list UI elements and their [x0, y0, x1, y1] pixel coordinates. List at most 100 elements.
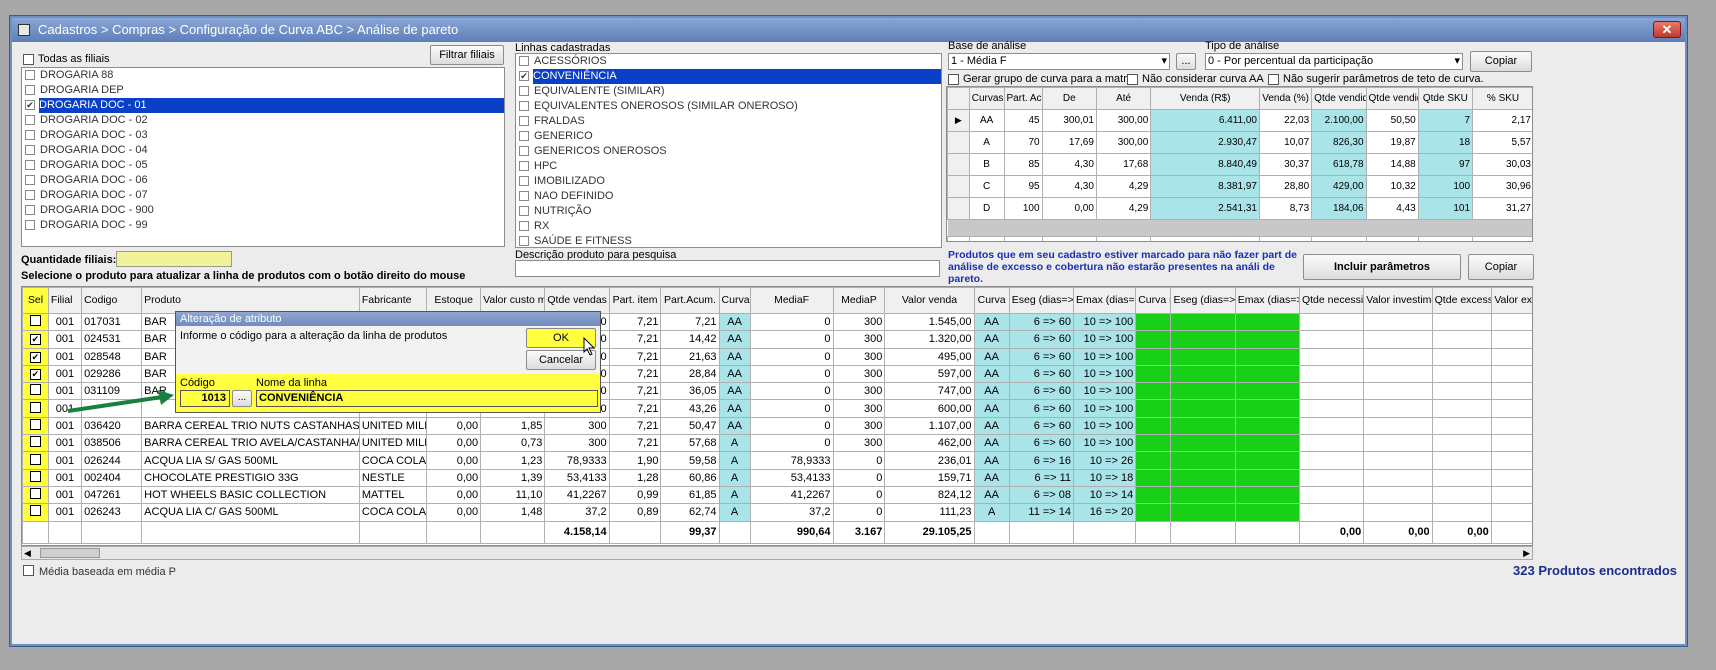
- grid-cell-nova[interactable]: [1170, 399, 1236, 418]
- grid-cell-mp[interactable]: 300: [832, 434, 886, 453]
- grid-cell-curva2[interactable]: AA: [973, 468, 1010, 487]
- grid-cell-empty[interactable]: [1298, 399, 1365, 418]
- grid-header[interactable]: Valor custo médio: [480, 287, 546, 314]
- checkbox[interactable]: [25, 85, 35, 95]
- checkbox[interactable]: [519, 101, 529, 111]
- grid-cell-empty[interactable]: [1363, 382, 1433, 401]
- grid-cell-empty[interactable]: [1431, 330, 1492, 349]
- grid-cell-empty[interactable]: [1490, 312, 1532, 332]
- grid-cell-est[interactable]: 0,00: [426, 434, 482, 453]
- linha-item[interactable]: ACESSÓRIOS: [516, 54, 941, 69]
- grid-cell-part[interactable]: 0,99: [608, 485, 662, 505]
- grid-header[interactable]: Fabricante: [358, 287, 428, 314]
- grid-cell-part[interactable]: 7,21: [608, 416, 662, 436]
- sel-cell[interactable]: [22, 399, 49, 418]
- grid-cell-empty[interactable]: [1363, 330, 1433, 349]
- grid-cell-empty[interactable]: [1431, 382, 1492, 401]
- grid-cell-mp[interactable]: 0: [832, 451, 886, 470]
- checkbox[interactable]: [519, 176, 529, 186]
- filiais-list[interactable]: DROGARIA 88 DROGARIA DEP ✔ DROGARIA DOC - 0…: [21, 67, 505, 247]
- curvas-cell[interactable]: 95: [1003, 175, 1043, 198]
- sel-cell[interactable]: [22, 434, 49, 453]
- grid-cell-acum[interactable]: 28,84: [660, 364, 720, 384]
- grid-cell-acum[interactable]: 50,47: [660, 416, 720, 436]
- grid-cell-part[interactable]: 1,28: [608, 468, 662, 487]
- tipo-analise-select[interactable]: 0 - Por percentual da participação ▾: [1205, 53, 1463, 70]
- grid-cell-acum[interactable]: 7,21: [660, 312, 720, 332]
- grid-cell-nova[interactable]: [1170, 451, 1236, 470]
- curvas-cell[interactable]: 85: [1003, 153, 1043, 176]
- grid-cell-emax[interactable]: 10 => 18: [1073, 468, 1137, 487]
- linha-item[interactable]: RX: [516, 219, 941, 234]
- grid-cell-produto[interactable]: ACQUA LIA S/ GAS 500ML: [141, 451, 360, 470]
- curvas-cell[interactable]: 50,50: [1365, 109, 1419, 132]
- grid-cell-nova[interactable]: [1234, 382, 1300, 401]
- curvas-cell[interactable]: 2.930,47: [1150, 131, 1260, 154]
- grid-cell-venda[interactable]: 600,00: [884, 399, 975, 418]
- grid-cell-nova[interactable]: [1170, 330, 1236, 349]
- grid-cell-nova[interactable]: [1135, 468, 1172, 487]
- grid-cell-mp[interactable]: 300: [832, 330, 886, 349]
- grid-cell-est[interactable]: 0,00: [426, 451, 482, 470]
- curvas-cell[interactable]: 31,27: [1472, 197, 1532, 220]
- grid-cell-empty[interactable]: [1298, 364, 1365, 384]
- grid-cell-empty[interactable]: [1431, 364, 1492, 384]
- curvas-cell[interactable]: 30,03: [1472, 153, 1532, 176]
- grid-cell-curva[interactable]: AA: [718, 364, 751, 384]
- sel-cell[interactable]: [22, 503, 49, 522]
- codigo-input[interactable]: 1013: [180, 390, 230, 407]
- checkbox[interactable]: [29, 505, 41, 517]
- grid-cell-eseg[interactable]: 6 => 60: [1008, 382, 1075, 401]
- table-row[interactable]: 001 047261 HOT WHEELS BASIC COLLECTION MATT…: [22, 485, 1532, 505]
- grid-cell-qtde[interactable]: 37,2: [544, 503, 610, 522]
- curvas-cell[interactable]: 5,57: [1472, 131, 1532, 154]
- grid-cell-fab[interactable]: UNITED MILL: [358, 434, 428, 453]
- grid-cell-nova[interactable]: [1170, 364, 1236, 384]
- grid-cell-eseg[interactable]: 6 => 60: [1008, 434, 1075, 453]
- grid-cell-empty[interactable]: [1363, 451, 1433, 470]
- grid-cell-qtde[interactable]: 300: [544, 416, 610, 436]
- linha-item[interactable]: GENERICOS ONEROSOS: [516, 144, 941, 159]
- grid-cell-produto[interactable]: BARRA CEREAL TRIO NUTS CASTANHAS 30: [141, 416, 360, 436]
- grid-cell-filial[interactable]: 001: [47, 330, 83, 349]
- grid-cell-eseg[interactable]: 6 => 60: [1008, 312, 1075, 332]
- base-analise-select[interactable]: 1 - Média F ▾: [948, 53, 1170, 70]
- curvas-cell[interactable]: 8.840,49: [1150, 153, 1260, 176]
- grid-cell-curva[interactable]: AA: [718, 399, 751, 418]
- grid-cell-nova[interactable]: [1135, 364, 1172, 384]
- grid-header[interactable]: MediaF: [749, 287, 834, 314]
- grid-cell-nova[interactable]: [1234, 416, 1300, 436]
- table-row[interactable]: 001 002404 CHOCOLATE PRESTIGIO 33G NESTLE 0,…: [22, 468, 1532, 487]
- grid-cell-part[interactable]: 7,21: [608, 364, 662, 384]
- grid-cell-curva2[interactable]: AA: [973, 364, 1010, 384]
- grid-cell-emax[interactable]: 10 => 100: [1073, 382, 1137, 401]
- descricao-input[interactable]: [515, 260, 940, 277]
- grid-cell-codigo[interactable]: 026243: [81, 503, 143, 522]
- curvas-cell[interactable]: AA: [968, 109, 1005, 132]
- grid-cell-nova[interactable]: [1170, 312, 1236, 332]
- grid-cell-codigo[interactable]: 017031: [81, 312, 143, 332]
- checked-checkbox[interactable]: ✔: [29, 369, 41, 381]
- curvas-cell[interactable]: 300,01: [1041, 109, 1097, 132]
- grid-cell-mp[interactable]: 300: [832, 382, 886, 401]
- grid-cell-qtde[interactable]: 78,9333: [544, 451, 610, 470]
- grid-cell-nova[interactable]: [1135, 451, 1172, 470]
- grid-cell-curva2[interactable]: AA: [973, 434, 1010, 453]
- checkbox[interactable]: [519, 86, 529, 96]
- filial-item[interactable]: DROGARIA DOC - 06: [22, 173, 504, 188]
- curvas-cell[interactable]: 4,30: [1041, 153, 1097, 176]
- grid-header[interactable]: Curva: [718, 287, 751, 314]
- grid-cell-curva2[interactable]: AA: [973, 451, 1010, 470]
- curvas-cell[interactable]: 7: [1417, 109, 1474, 132]
- curvas-row[interactable]: D 100 0,00 4,29 2.541,31 8,73 184,06 4,43 101 31,…: [947, 197, 1532, 220]
- grid-cell-mf[interactable]: 41,2267: [749, 485, 834, 505]
- grid-cell-part[interactable]: 7,21: [608, 434, 662, 453]
- grid-cell-empty[interactable]: [1363, 399, 1433, 418]
- grid-cell-curva[interactable]: AA: [718, 312, 751, 332]
- grid-cell-part[interactable]: 7,21: [608, 399, 662, 418]
- checkbox[interactable]: [29, 384, 41, 396]
- curvas-cell[interactable]: 10,32: [1365, 175, 1419, 198]
- grid-cell-empty[interactable]: [1431, 312, 1492, 332]
- grid-cell-curva[interactable]: A: [718, 468, 751, 487]
- table-row[interactable]: 001 026243 ACQUA LIA C/ GAS 500ML COCA COLA…: [22, 503, 1532, 522]
